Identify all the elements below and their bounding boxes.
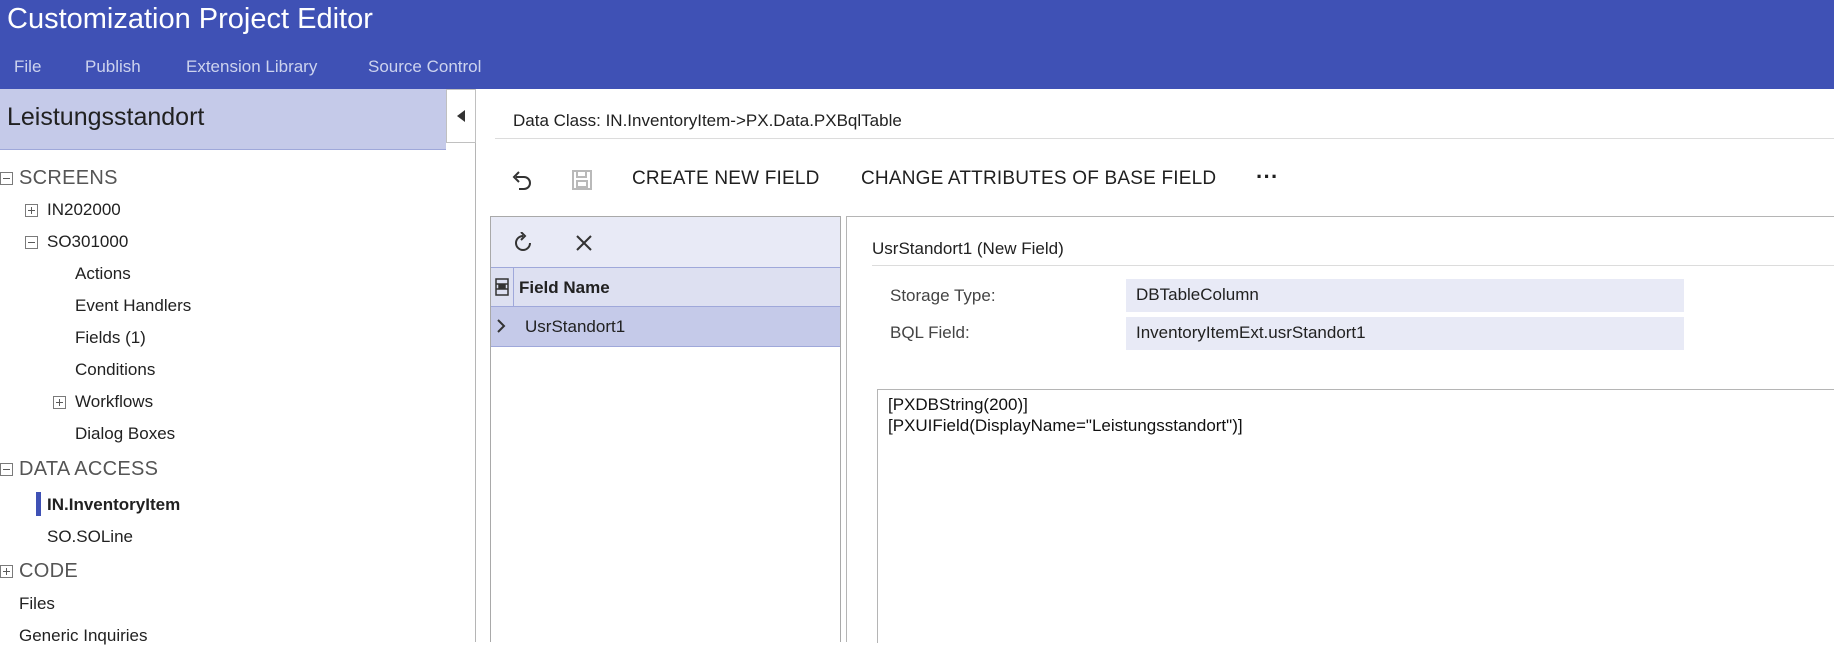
expand-toggle-icon[interactable] bbox=[0, 565, 13, 578]
tree-section-code[interactable]: CODE bbox=[19, 560, 78, 583]
row-field-name: UsrStandort1 bbox=[525, 317, 626, 336]
undo-icon[interactable] bbox=[509, 169, 533, 196]
grid-header: Field Name bbox=[491, 267, 840, 307]
expand-toggle-icon[interactable] bbox=[53, 396, 66, 409]
tree-item-conditions[interactable]: Conditions bbox=[75, 360, 155, 380]
column-header-field-name[interactable]: Field Name bbox=[519, 278, 610, 298]
menu-file[interactable]: File bbox=[14, 57, 41, 77]
tree-item-fields[interactable]: Fields (1) bbox=[75, 328, 146, 348]
delete-icon[interactable] bbox=[574, 233, 594, 258]
field-detail-panel: UsrStandort1 (New Field) Storage Type: D… bbox=[846, 216, 1834, 643]
divider bbox=[495, 138, 1834, 139]
divider bbox=[872, 265, 1834, 266]
menu-publish[interactable]: Publish bbox=[85, 57, 141, 77]
storage-type-field[interactable]: DBTableColumn bbox=[1126, 279, 1684, 312]
collapse-toggle-icon[interactable] bbox=[25, 236, 38, 249]
refresh-icon[interactable] bbox=[512, 231, 534, 259]
tree-item-generic-inquiries[interactable]: Generic Inquiries bbox=[19, 626, 148, 646]
collapse-toggle-icon[interactable] bbox=[0, 172, 13, 185]
tree-item-in202000[interactable]: IN202000 bbox=[47, 200, 121, 220]
tree-section-screens[interactable]: SCREENS bbox=[19, 167, 118, 190]
project-tree-pane: Leistungsstandort SCREENS IN202000 SO301… bbox=[0, 89, 476, 645]
more-button[interactable]: ··· bbox=[1256, 164, 1279, 190]
app-header: Customization Project Editor File Publis… bbox=[0, 0, 1834, 89]
tree-item-so-soline[interactable]: SO.SOLine bbox=[47, 527, 133, 547]
menu-source-control[interactable]: Source Control bbox=[368, 57, 481, 77]
code-line: [PXUIField(DisplayName="Leistungsstandor… bbox=[888, 416, 1243, 435]
detail-title: UsrStandort1 (New Field) bbox=[872, 239, 1064, 258]
create-new-field-button[interactable]: CREATE NEW FIELD bbox=[632, 168, 820, 190]
attributes-code-editor[interactable]: [PXDBString(200)] [PXUIField(DisplayName… bbox=[877, 389, 1834, 643]
selection-indicator bbox=[36, 492, 41, 516]
storage-type-label: Storage Type: bbox=[890, 286, 996, 305]
tree-item-so301000[interactable]: SO301000 bbox=[47, 232, 128, 252]
project-name: Leistungsstandort bbox=[7, 103, 205, 131]
expand-toggle-icon[interactable] bbox=[25, 204, 38, 217]
menu-extension-library[interactable]: Extension Library bbox=[186, 57, 317, 77]
tree-item-dialog-boxes[interactable]: Dialog Boxes bbox=[75, 424, 175, 444]
project-header: Leistungsstandort bbox=[0, 89, 446, 150]
column-config-icon[interactable] bbox=[495, 278, 509, 301]
chevron-right-icon bbox=[497, 319, 506, 338]
fields-grid: Field Name UsrStandort1 bbox=[490, 216, 841, 642]
save-icon[interactable] bbox=[571, 169, 593, 196]
collapse-toggle-icon[interactable] bbox=[0, 463, 13, 476]
tree-item-actions[interactable]: Actions bbox=[75, 264, 131, 284]
data-class-title: Data Class: IN.InventoryItem->PX.Data.PX… bbox=[513, 111, 902, 130]
bql-field-label: BQL Field: bbox=[890, 323, 970, 342]
collapse-pane-button[interactable] bbox=[446, 89, 476, 143]
change-attributes-button[interactable]: CHANGE ATTRIBUTES OF BASE FIELD bbox=[861, 168, 1216, 190]
tree-item-event-handlers[interactable]: Event Handlers bbox=[75, 296, 191, 316]
tree-item-files[interactable]: Files bbox=[19, 594, 55, 614]
table-row[interactable]: UsrStandort1 bbox=[491, 307, 840, 347]
grid-toolbar bbox=[491, 217, 840, 267]
bql-field-field[interactable]: InventoryItemExt.usrStandort1 bbox=[1126, 317, 1684, 350]
tree-item-in-inventoryitem[interactable]: IN.InventoryItem bbox=[47, 495, 180, 515]
caret-left-icon bbox=[457, 110, 465, 122]
code-line: [PXDBString(200)] bbox=[888, 395, 1028, 414]
app-title: Customization Project Editor bbox=[7, 3, 373, 35]
tree-section-data-access[interactable]: DATA ACCESS bbox=[19, 458, 158, 481]
tree-item-workflows[interactable]: Workflows bbox=[75, 392, 153, 412]
